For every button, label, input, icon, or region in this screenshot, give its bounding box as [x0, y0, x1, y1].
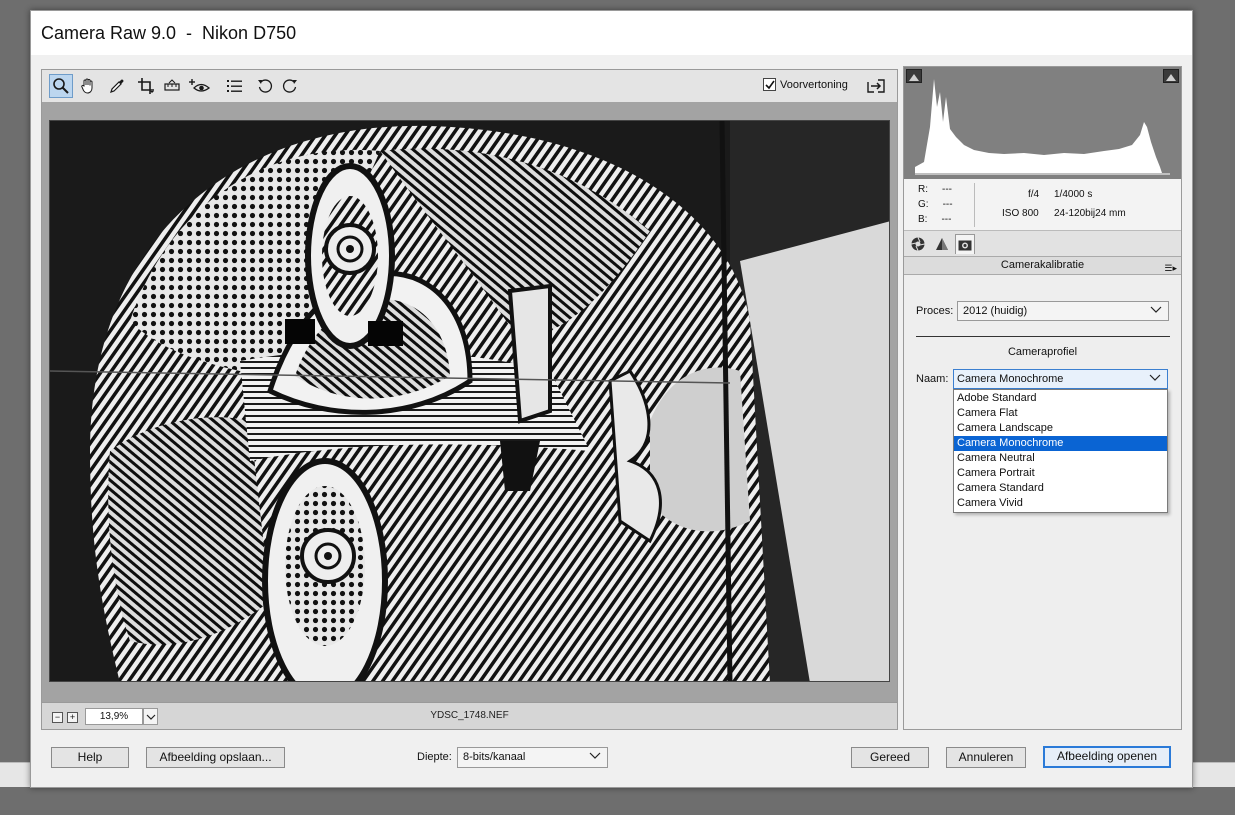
rotate-ccw-icon	[258, 79, 273, 93]
level-icon	[164, 79, 180, 91]
section-divider	[916, 336, 1170, 337]
camera-calibration-title: Camerakalibratie	[1000, 259, 1085, 271]
profile-option[interactable]: Camera Portrait	[954, 466, 1167, 481]
hand-tool-button[interactable]	[76, 74, 100, 98]
preview-image[interactable]	[49, 120, 890, 682]
profile-option[interactable]: Adobe Standard	[954, 391, 1167, 406]
tab-effects[interactable]	[908, 234, 928, 254]
rotate-right-button[interactable]	[278, 74, 302, 98]
save-image-button[interactable]: Afbeelding opslaan...	[146, 747, 285, 768]
profile-option[interactable]: Camera Neutral	[954, 451, 1167, 466]
profile-option[interactable]: Camera Standard	[954, 481, 1167, 496]
tab-split-toning[interactable]	[932, 234, 952, 254]
r-label: R:	[918, 184, 928, 195]
profile-select-value: Camera Monochrome	[957, 373, 1064, 385]
tab-camera-calibration[interactable]	[955, 234, 975, 254]
proces-label: Proces:	[916, 305, 954, 317]
r-value: ---	[942, 184, 952, 195]
histogram-graph	[915, 79, 1170, 175]
help-button[interactable]: Help	[51, 747, 129, 768]
panel-menu-icon[interactable]: ☰▸	[1164, 260, 1177, 277]
camera-profile-heading: Cameraprofiel	[1007, 346, 1078, 358]
profile-option[interactable]: Camera Landscape	[954, 421, 1167, 436]
profile-dropdown-list: Adobe Standard Camera Flat Camera Landsc…	[953, 389, 1168, 513]
focal-length-value: 24-120bij24 mm	[1054, 208, 1126, 219]
done-button[interactable]: Gereed	[851, 747, 929, 768]
open-image-button[interactable]: Afbeelding openen	[1043, 746, 1171, 768]
camera-icon	[958, 240, 972, 250]
adjustments-panel: R: --- G: --- B: --- f/4 1/4000 s ISO 800 2…	[903, 66, 1182, 730]
preview-panel: Voorvertoning − + 13,9% YDSC_1748.NEF	[41, 69, 898, 730]
zoom-tool-button[interactable]	[49, 74, 73, 98]
profile-select[interactable]: Camera Monochrome	[953, 369, 1168, 389]
eyedropper-icon	[110, 79, 124, 93]
section-title: Camerakalibratie ☰▸	[904, 257, 1181, 275]
preview-label: Voorvertoning	[780, 78, 848, 91]
status-bar: − + 13,9% YDSC_1748.NEF	[42, 702, 897, 729]
preferences-tool-button[interactable]	[223, 74, 247, 98]
image-canvas[interactable]	[42, 102, 897, 704]
fullscreen-button[interactable]	[864, 74, 888, 98]
window-title: Camera Raw 9.0 - Nikon D750	[41, 23, 297, 43]
cancel-button[interactable]: Annuleren	[946, 747, 1026, 768]
chevron-down-icon	[1149, 374, 1161, 381]
straighten-tool-button[interactable]	[160, 74, 184, 98]
aperture-icon	[911, 237, 925, 251]
hand-icon	[81, 78, 93, 94]
camera-raw-dialog: Camera Raw 9.0 - Nikon D750 Voorvertonin…	[30, 10, 1193, 788]
triangle-icon	[936, 238, 948, 250]
depth-label: Diepte:	[417, 751, 452, 763]
b-value: ---	[941, 214, 952, 225]
preview-toggle[interactable]: Voorvertoning	[763, 78, 848, 91]
pixel-info: R: --- G: --- B: --- f/4 1/4000 s ISO 800 2…	[904, 179, 1181, 231]
depth-select[interactable]: 8-bits/kanaal	[457, 747, 608, 768]
info-divider	[974, 183, 975, 227]
naam-label: Naam:	[916, 373, 949, 385]
profile-option-selected[interactable]: Camera Monochrome	[954, 436, 1167, 451]
magnifier-icon	[53, 78, 69, 94]
title-bar: Camera Raw 9.0 - Nikon D750	[31, 11, 1192, 55]
file-name: YDSC_1748.NEF	[430, 710, 509, 721]
shutter-value: 1/4000 s	[1054, 189, 1093, 200]
list-icon	[227, 80, 242, 92]
proces-value: 2012 (huidig)	[963, 305, 1028, 317]
preview-checkbox[interactable]	[763, 78, 776, 91]
mural-artwork	[50, 121, 889, 681]
crop-icon	[138, 78, 154, 94]
fullscreen-icon	[867, 79, 885, 93]
panel-tabs	[904, 231, 1181, 257]
toolbar: Voorvertoning	[42, 70, 897, 102]
profile-option[interactable]: Camera Flat	[954, 406, 1167, 421]
g-value: ---	[942, 199, 953, 210]
rotate-left-button[interactable]	[253, 74, 277, 98]
depth-value: 8-bits/kanaal	[463, 751, 526, 763]
proces-select[interactable]: 2012 (huidig)	[957, 301, 1169, 321]
crop-tool-button[interactable]	[134, 74, 158, 98]
aperture-value: f/4	[1028, 189, 1040, 200]
profile-option[interactable]: Camera Vivid	[954, 496, 1167, 511]
rotate-cw-icon	[282, 79, 297, 93]
iso-value: ISO 800	[1002, 208, 1039, 219]
white-balance-tool-button[interactable]	[105, 74, 129, 98]
g-label: G:	[918, 199, 929, 210]
chevron-down-icon	[1150, 306, 1162, 313]
checkmark-icon	[764, 80, 775, 89]
red-eye-tool-button[interactable]	[188, 74, 212, 98]
b-label: B:	[918, 214, 928, 225]
eye-icon	[189, 79, 211, 92]
chevron-down-icon	[589, 752, 601, 759]
histogram	[904, 67, 1181, 179]
